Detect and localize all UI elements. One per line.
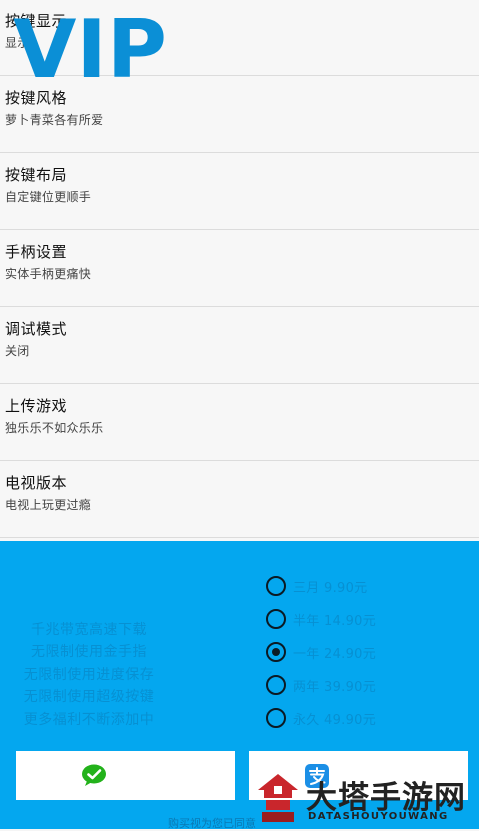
- setting-upload-game[interactable]: 上传游戏 独乐乐不如众乐乐: [0, 385, 479, 461]
- setting-debug-mode[interactable]: 调试模式 关闭: [0, 308, 479, 384]
- setting-tv-version[interactable]: 电视版本 电视上玩更过瘾: [0, 462, 479, 538]
- radio-button[interactable]: [266, 708, 286, 728]
- vip-logo: VIP: [13, 15, 167, 81]
- setting-title: 手柄设置: [5, 243, 68, 261]
- setting-key-layout[interactable]: 按键布局 自定键位更顺手: [0, 154, 479, 230]
- radio-button[interactable]: [266, 576, 286, 596]
- setting-key-style[interactable]: 按键风格 萝卜青菜各有所爱: [0, 77, 479, 153]
- wechat-pay-button[interactable]: [16, 751, 235, 800]
- radio-selected-dot: [272, 648, 280, 656]
- plan-option-lifetime[interactable]: 永久 49.90元: [266, 707, 446, 729]
- vip-logo-text: VIP: [13, 15, 167, 81]
- vip-benefit: 更多福利不断添加中: [23, 712, 155, 728]
- setting-subtitle: 独乐乐不如众乐乐: [5, 421, 104, 435]
- watermark-logo-icon: [258, 774, 298, 822]
- plan-label: 一年 24.90元: [293, 647, 377, 662]
- vip-benefit: 千兆带宽高速下载: [31, 622, 147, 638]
- setting-subtitle: 萝卜青菜各有所爱: [5, 113, 104, 127]
- plan-label: 永久 49.90元: [293, 713, 377, 728]
- plan-option-6-months[interactable]: 半年 14.90元: [266, 608, 446, 630]
- radio-button[interactable]: [266, 609, 286, 629]
- setting-gamepad[interactable]: 手柄设置 实体手柄更痛快: [0, 231, 479, 307]
- setting-subtitle: 实体手柄更痛快: [5, 267, 92, 281]
- plan-label: 半年 14.90元: [293, 614, 377, 629]
- plan-label: 三月 9.90元: [293, 581, 368, 596]
- setting-title: 调试模式: [5, 320, 68, 338]
- plan-option-1-year[interactable]: 一年 24.90元: [266, 641, 446, 663]
- setting-title: 按键风格: [5, 89, 68, 107]
- radio-button-selected[interactable]: [266, 642, 286, 662]
- vip-benefit: 无限制使用进度保存: [23, 667, 155, 683]
- vip-benefit: 无限制使用金手指: [31, 644, 147, 660]
- setting-title: 上传游戏: [5, 397, 68, 415]
- setting-subtitle: 关闭: [5, 344, 30, 358]
- setting-title: 按键布局: [5, 166, 68, 184]
- radio-button[interactable]: [266, 675, 286, 695]
- plan-option-2-years[interactable]: 两年 39.90元: [266, 674, 446, 696]
- setting-subtitle: 电视上玩更过瘾: [5, 498, 92, 512]
- watermark-subtitle: DATASHOUYOUWANG: [308, 811, 449, 822]
- plan-label: 两年 39.90元: [293, 680, 377, 695]
- wechat-icon: [82, 764, 106, 786]
- plan-option-3-months[interactable]: 三月 9.90元: [266, 575, 446, 597]
- setting-subtitle: 自定键位更顺手: [5, 190, 92, 204]
- setting-title: 电视版本: [5, 474, 68, 492]
- vip-benefit: 无限制使用超级按键: [23, 689, 155, 705]
- settings-list: 按键显示 显示 按键风格 萝卜青菜各有所爱 按键布局 自定键位更顺手 手柄设置 …: [0, 0, 479, 541]
